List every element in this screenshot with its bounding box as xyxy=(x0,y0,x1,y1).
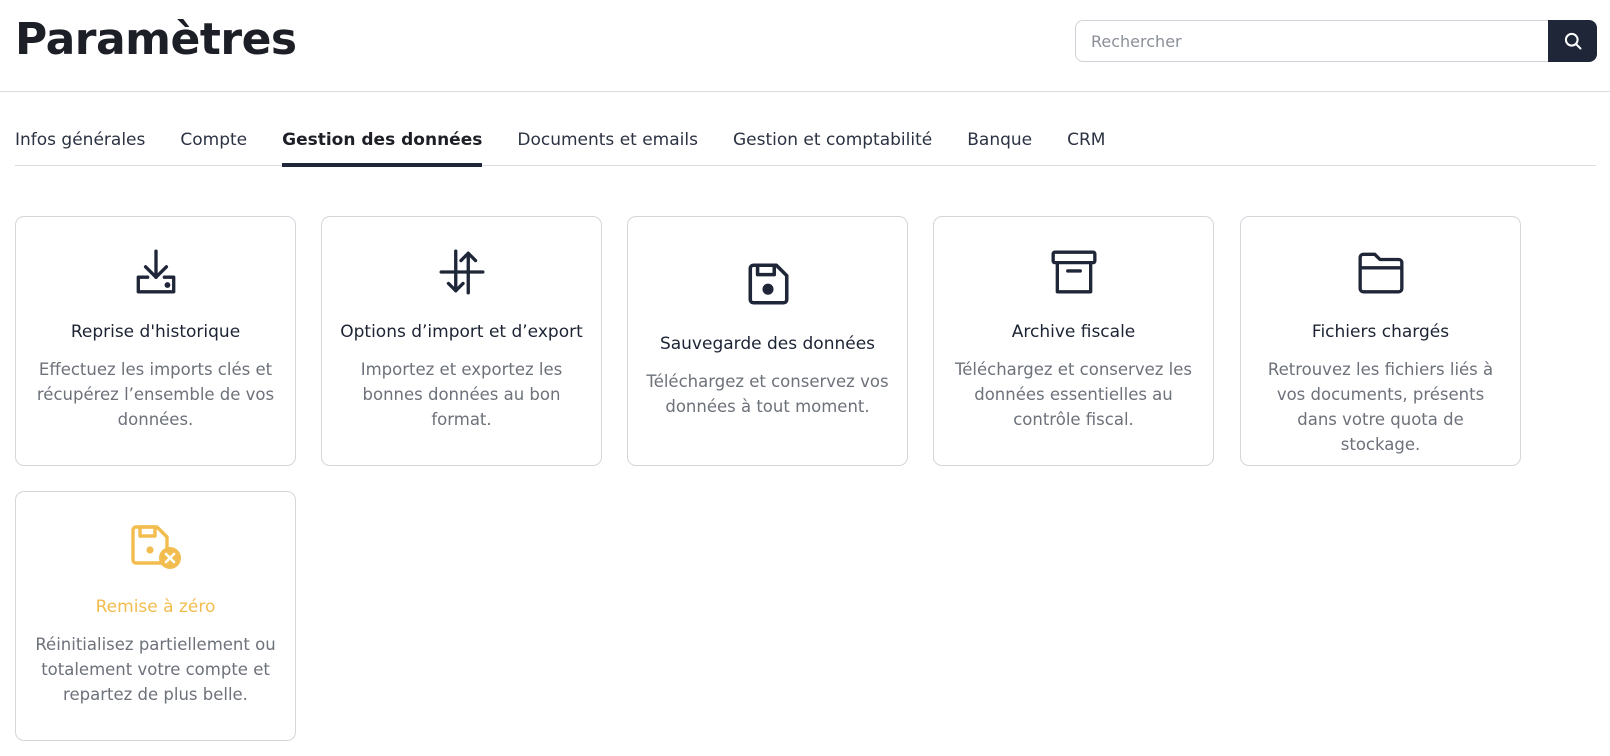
card-description: Réinitialisez partiellement ou totalemen… xyxy=(35,635,276,704)
card-title: Reprise d'historique xyxy=(70,322,241,342)
card-title: Archive fiscale xyxy=(1011,322,1136,342)
search-button[interactable] xyxy=(1548,20,1597,62)
settings-tabs: Infos générales Compte Gestion des donné… xyxy=(15,122,1596,167)
card-description: Retrouvez les fichiers liés à vos docume… xyxy=(1267,360,1494,454)
page-header: Paramètres xyxy=(0,0,1610,92)
tab-gestion-et-comptabilite[interactable]: Gestion et comptabilité xyxy=(733,122,932,166)
card-sauvegarde-donnees[interactable]: Sauvegarde des données Téléchargez et co… xyxy=(627,216,908,466)
card-description: Importez et exportez les bonnes données … xyxy=(360,360,563,429)
tab-banque[interactable]: Banque xyxy=(967,122,1032,166)
search-bar xyxy=(1075,20,1597,62)
folder-icon xyxy=(1358,252,1403,294)
card-title: Remise à zéro xyxy=(95,597,216,617)
import-export-arrows-icon xyxy=(439,249,484,295)
card-import-export[interactable]: Options d’import et d’export Importez et… xyxy=(321,216,602,466)
card-description: Effectuez les imports clés et récupérez … xyxy=(36,360,275,429)
tab-infos-generales[interactable]: Infos générales xyxy=(15,122,145,166)
search-icon xyxy=(1564,32,1581,50)
page-title: Paramètres xyxy=(15,14,297,65)
card-remise-a-zero[interactable]: Remise à zéro Réinitialisez partiellemen… xyxy=(15,491,296,741)
card-archive-fiscale[interactable]: Archive fiscale Téléchargez et conservez… xyxy=(933,216,1214,466)
card-title: Sauvegarde des données xyxy=(659,334,876,354)
card-reprise-historique[interactable]: Reprise d'historique Effectuez les impor… xyxy=(15,216,296,466)
download-tray-icon xyxy=(136,249,175,294)
card-title: Options d’import et d’export xyxy=(340,322,583,342)
tab-gestion-des-donnees[interactable]: Gestion des données xyxy=(282,122,483,167)
tab-crm[interactable]: CRM xyxy=(1067,122,1105,166)
card-description: Téléchargez et conservez les données ess… xyxy=(954,360,1192,429)
tab-documents-et-emails[interactable]: Documents et emails xyxy=(517,122,698,166)
card-fichiers-charges[interactable]: Fichiers chargés Retrouvez les fichiers … xyxy=(1240,216,1521,466)
floppy-disk-reset-icon xyxy=(130,525,181,569)
archive-box-icon xyxy=(1051,250,1096,294)
tab-compte[interactable]: Compte xyxy=(180,122,247,166)
card-title: Fichiers chargés xyxy=(1311,322,1450,342)
floppy-disk-icon xyxy=(748,263,789,305)
card-description: Téléchargez et conservez vos données à t… xyxy=(646,372,889,416)
search-input[interactable] xyxy=(1075,20,1548,62)
